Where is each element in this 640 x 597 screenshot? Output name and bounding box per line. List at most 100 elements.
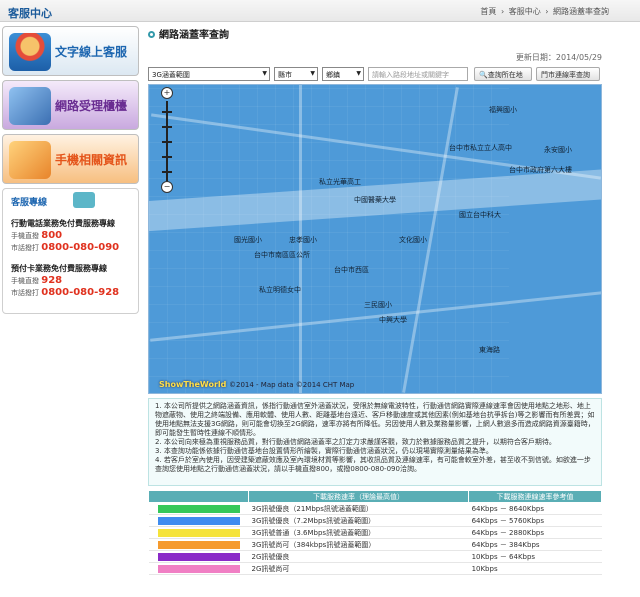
breadcrumb-separator: ›: [500, 7, 505, 16]
legend-rate-header: 下載服務連線速率參考值: [468, 490, 602, 503]
breadcrumb-current: 網路涵蓋率查詢: [553, 7, 609, 16]
map-logo: ShowTheWorld: [159, 380, 227, 389]
locate-button-label: 查詢所在地: [487, 71, 523, 79]
legend-swatch-cell: [148, 514, 249, 527]
hotline-number: 800: [41, 230, 63, 241]
legend-service-cell: 3G訊號普通（3.6Mbps訊號涵蓋範圍）: [248, 526, 469, 539]
note-item: 4. 若客戶於室內使用，因受建築遮蔽效應及室內環境材質等影響，其收訊品質及連線速…: [155, 456, 591, 473]
legend-row: 3G訊號優良（21Mbps訊號涵蓋範圍） 64Kbps － 8640Kbps: [148, 502, 602, 515]
legend-color-swatch: [157, 516, 240, 525]
hotline-group-title: 行動電話業務免付費服務專線: [11, 219, 115, 228]
legend-rate-cell: 64Kbps － 2880Kbps: [468, 526, 602, 539]
top-header: 客服中心 首頁 › 客服中心 › 網路涵蓋率查詢: [0, 0, 640, 22]
store-rate-button[interactable]: 門市連線率查詢: [536, 67, 600, 81]
address-input[interactable]: 請輸入路段地址或關鍵字: [368, 67, 468, 81]
legend-service-header: 下載服務速率（理論最高值）: [247, 490, 470, 503]
legend-header-row: 下載服務速率（理論最高值） 下載服務連線速率參考值: [148, 490, 602, 503]
district-select[interactable]: 鄉鎮 ▼: [322, 67, 364, 81]
laptop-icon: [9, 87, 51, 125]
zoom-tick: [162, 171, 172, 173]
legend-row: 3G訊號尚可（384kbps訊號涵蓋範圍） 64Kbps － 384Kbps: [148, 538, 602, 551]
note-item: 3. 本查詢功能係依據行動通信基地台設置情形所繪製，實際行動通信涵蓋狀況，仍以現…: [155, 447, 493, 455]
main-content: 網路涵蓋率查詢 更新日期：2014/05/29 3G涵蓋範圍 ▼ 縣市 ▼ 鄉鎮 ▼ …: [148, 26, 602, 575]
legend-service-cell: 3G訊號優良（21Mbps訊號涵蓋範圍）: [248, 502, 469, 515]
zoom-tick: [162, 141, 172, 143]
chevron-down-icon: ▼: [310, 70, 315, 77]
legend-rate-cell: 64Kbps － 5760Kbps: [468, 514, 602, 527]
hotline-number: 0800-080-928: [41, 287, 120, 298]
coverage-map[interactable]: + − 中國醫藥大學 台中市私立立人高中 台中市政府第六大樓 文化國小 中興大學…: [148, 84, 602, 394]
legend-color-swatch: [157, 552, 240, 561]
legend-row: 3G訊號優良（7.2Mbps訊號涵蓋範圍） 64Kbps － 5760Kbps: [148, 514, 602, 527]
legend-swatch-cell: [148, 538, 249, 551]
map-label: 台中市私立立人高中: [449, 144, 512, 152]
legend-row: 2G訊號優良 10Kbps － 64Kbps: [148, 550, 602, 563]
legend-row: 3G訊號普通（3.6Mbps訊號涵蓋範圍） 64Kbps － 2880Kbps: [148, 526, 602, 539]
network-select-value: 3G涵蓋範圍: [152, 71, 190, 79]
map-label: 三民國小: [364, 301, 392, 309]
hotline-row: 市話撥打 0800-080-928: [11, 287, 130, 298]
hotline-group-title: 預付卡業務免付費服務專線: [11, 264, 107, 273]
page-section-title: 客服中心: [8, 7, 52, 20]
legend-rate-cell: 10Kbps － 64Kbps: [468, 550, 602, 563]
map-label: 台中市南區區公所: [254, 251, 310, 259]
online-chat-button[interactable]: 文字線上客服: [2, 26, 139, 76]
map-label: 私立光華高工: [319, 178, 361, 186]
online-counter-button[interactable]: 網路受理櫃檯: [2, 80, 139, 130]
hotline-row: 手機直撥 800: [11, 230, 130, 241]
legend-swatch-cell: [148, 502, 249, 515]
legend-service-cell: 3G訊號尚可（384kbps訊號涵蓋範圍）: [248, 538, 469, 551]
map-label: 福興國小: [489, 106, 517, 114]
legend-row: 2G訊號尚可 10Kbps: [148, 562, 602, 575]
map-label: 中國醫藥大學: [354, 196, 396, 204]
phone-info-button[interactable]: 手機相關資訊: [2, 134, 139, 184]
notes-box: 1. 本公司所提供之網路涵蓋資訊，係指行動通信室外涵蓋狀況，受限於無線電波特性，…: [148, 398, 602, 486]
breadcrumb-service[interactable]: 客服中心: [509, 7, 541, 16]
search-icon: 🔍: [479, 71, 488, 79]
map-label: 永安國小: [544, 146, 572, 154]
zoom-slider[interactable]: [162, 101, 172, 181]
hotline-group-prepaid: 預付卡業務免付費服務專線 手機直撥 928 市話撥打 0800-080-928: [11, 263, 130, 298]
legend-rate-cell: 64Kbps － 384Kbps: [468, 538, 602, 551]
city-select-value: 縣市: [278, 71, 292, 79]
hotline-label: 市話撥打: [11, 289, 39, 297]
hotline-group-mobile: 行動電話業務免付費服務專線 手機直撥 800 市話撥打 0800-080-090: [11, 218, 130, 253]
breadcrumb: 首頁 › 客服中心 › 網路涵蓋率查詢: [479, 6, 610, 17]
online-chat-label: 文字線上客服: [55, 45, 128, 59]
legend-color-header: [148, 490, 249, 503]
map-label: 忠孝國小: [289, 236, 317, 244]
zoom-tick: [162, 111, 172, 113]
hotline-title: 客服專線: [11, 198, 48, 208]
page-title: 網路涵蓋率查詢: [148, 26, 602, 42]
note-item: 1. 本公司所提供之網路涵蓋資訊，係指行動通信室外涵蓋狀況，受限於無線電波特性，…: [155, 402, 595, 437]
note-item: 2. 本公司向來極為重視服務品質，對行動通信網路涵蓋率之訂定力求嚴謹客觀，致力於…: [155, 438, 556, 446]
map-copyright: ©2014 - Map data ©2014 CHT Map: [229, 381, 355, 389]
map-label: 台中市西區: [334, 266, 369, 274]
zoom-tick: [162, 156, 172, 158]
map-toolbar: 3G涵蓋範圍 ▼ 縣市 ▼ 鄉鎮 ▼ 請輸入路段地址或關鍵字 🔍查詢所在地 門市連線率…: [148, 67, 602, 83]
map-label: 私立明德女中: [259, 286, 301, 294]
legend-swatch-cell: [148, 562, 249, 575]
breadcrumb-home[interactable]: 首頁: [480, 7, 496, 16]
map-urban-area: [149, 85, 509, 393]
legend-rate-cell: 64Kbps － 8640Kbps: [468, 502, 602, 515]
speed-legend: 下載服務速率（理論最高值） 下載服務連線速率參考值 3G訊號優良（21Mbps訊…: [148, 490, 602, 575]
breadcrumb-separator: ›: [545, 7, 549, 16]
hotline-row: 市話撥打 0800-080-090: [11, 242, 130, 253]
chevron-down-icon: ▼: [356, 70, 361, 77]
phone-info-label: 手機相關資訊: [55, 153, 128, 167]
map-zoom-control: + −: [161, 87, 175, 193]
map-label: 東海路: [479, 346, 500, 354]
legend-service-cell: 2G訊號優良: [248, 550, 469, 563]
telephone-icon: [73, 192, 95, 208]
zoom-in-button[interactable]: +: [161, 87, 173, 99]
sidebar: 文字線上客服 網路受理櫃檯 手機相關資訊 客服專線 行動電話業務免付費服務專線 …: [2, 26, 139, 314]
legend-service-cell: 2G訊號尚可: [248, 562, 469, 575]
zoom-tick: [162, 126, 172, 128]
network-select[interactable]: 3G涵蓋範圍 ▼: [148, 67, 270, 81]
city-select[interactable]: 縣市 ▼: [274, 67, 318, 81]
hotline-label: 手機直撥: [11, 232, 39, 240]
locate-button[interactable]: 🔍查詢所在地: [474, 67, 532, 81]
zoom-out-button[interactable]: −: [161, 181, 173, 193]
legend-rate-cell: 10Kbps: [468, 562, 602, 575]
